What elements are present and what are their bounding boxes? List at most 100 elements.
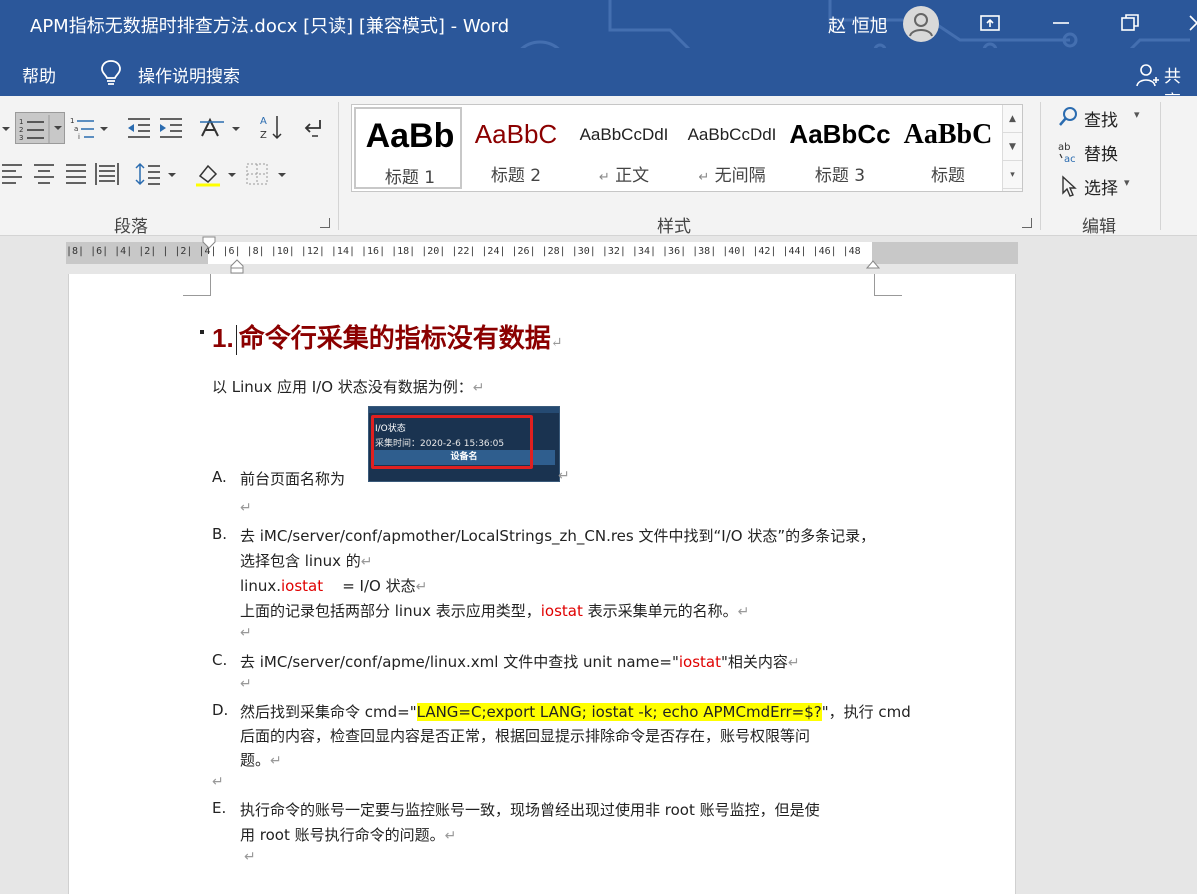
item-b-line-3-pre: linux. <box>240 577 281 595</box>
style-name-row: ↵ 无间隔 <box>678 161 786 186</box>
style-heading-1[interactable]: AaBb 标题 1 <box>354 107 462 189</box>
item-d-line-3[interactable]: 题。↵ <box>240 749 282 770</box>
item-d-line-2[interactable]: 后面的内容，检查回显内容是否正常，根据回显提示排除命令是否存在，账号权限等问 <box>240 725 810 746</box>
iostat-red-text: iostat <box>678 653 721 671</box>
item-e-line-2-text: 用 root 账号执行命令的问题。 <box>240 826 445 844</box>
para-mark: ↵ <box>472 380 485 396</box>
multilevel-list-icon[interactable]: 1 a i <box>68 114 110 142</box>
styles-gallery: AaBb 标题 1 AaBbC 标题 2 AaBbCcDdI ↵ 正文 AaBb… <box>351 104 1023 192</box>
replace-button[interactable]: ab ac 替换 <box>1058 140 1118 169</box>
group-separator <box>1160 102 1161 230</box>
gallery-up-icon[interactable]: ▲ <box>1003 105 1022 133</box>
hanging-indent-marker[interactable] <box>230 258 244 274</box>
restore-icon[interactable] <box>1117 10 1143 36</box>
minimize-icon[interactable] <box>1048 10 1074 36</box>
screenshot-header-stripe <box>369 407 559 413</box>
para-mark: ↵ <box>550 335 563 351</box>
embedded-screenshot[interactable]: I/O状态 采集时间：2020-2-6 15:36:05 设备名 <box>368 406 560 482</box>
style-title[interactable]: AaBbC 标题 <box>894 107 1002 189</box>
svg-text:Z: Z <box>260 130 267 141</box>
list-letter-c: C. <box>212 651 228 669</box>
svg-text:3: 3 <box>19 134 23 142</box>
gallery-down-icon[interactable]: ▼ <box>1003 133 1022 161</box>
title-bar: APM指标无数据时排查方法.docx [只读] [兼容模式] - Word 赵 … <box>0 0 1197 96</box>
find-button[interactable]: 查找 ▾ <box>1058 106 1140 133</box>
select-button[interactable]: 选择 ▾ <box>1058 174 1130 203</box>
styles-dialog-launcher[interactable] <box>1022 218 1032 228</box>
window-title: APM指标无数据时排查方法.docx [只读] [兼容模式] - Word <box>30 16 510 37</box>
style-heading-2[interactable]: AaBbC 标题 2 <box>462 107 570 189</box>
find-dropdown-icon[interactable]: ▾ <box>1134 108 1140 121</box>
align-center-icon[interactable] <box>32 160 56 188</box>
style-preview: AaBbC <box>474 119 558 149</box>
share-person-icon[interactable] <box>1134 62 1160 88</box>
svg-text:ac: ac <box>1064 154 1076 164</box>
item-b-line-4-post: 表示采集单元的名称。 <box>582 602 738 620</box>
para-mark: ↵ <box>270 753 282 769</box>
item-a-text: 前台页面名称为 <box>240 470 346 488</box>
para-mark: ↵ <box>240 676 252 692</box>
item-b-line-2[interactable]: 选择包含 linux 的↵ <box>240 550 373 571</box>
cursor-arrow-icon <box>1062 175 1077 197</box>
heading-keep-with-next-marker <box>200 330 204 334</box>
style-heading-3[interactable]: AaBbCc 标题 3 <box>786 107 894 189</box>
tell-me-search[interactable]: 操作说明搜索 <box>138 62 240 87</box>
decrease-indent-icon[interactable] <box>124 114 154 142</box>
style-normal[interactable]: AaBbCcDdI ↵ 正文 <box>570 107 678 189</box>
item-d-line-1[interactable]: 然后找到采集命令 cmd="LANG=C;export LANG; iostat… <box>240 701 911 722</box>
user-avatar[interactable] <box>903 6 939 42</box>
list-item-a[interactable]: 前台页面名称为 <box>240 468 345 489</box>
line-spacing-icon[interactable] <box>134 160 178 188</box>
align-left-icon[interactable] <box>0 160 24 188</box>
tab-help[interactable]: 帮助 <box>22 62 56 87</box>
bullets-dropdown-icon[interactable] <box>0 114 12 142</box>
sort-icon[interactable]: A Z <box>258 112 284 142</box>
ribbon-display-options-icon[interactable] <box>977 10 1003 36</box>
replace-icon: ab ac <box>1058 142 1076 165</box>
group-separator <box>1040 102 1041 230</box>
item-c-pre: 去 iMC/server/conf/apme/linux.xml 文件中查找 u… <box>240 653 679 671</box>
item-b-line-4[interactable]: 上面的记录包括两部分 linux 表示应用类型，iostat 表示采集单元的名称… <box>240 600 749 621</box>
intro-paragraph[interactable]: 以 Linux 应用 I/O 状态没有数据为例：↵ <box>212 376 485 397</box>
item-b-line-3[interactable]: linux.iostat = I/O 状态↵ <box>240 575 427 596</box>
para-mark: ↵ <box>415 579 428 595</box>
svg-text:A: A <box>260 116 267 127</box>
style-name: 标题 3 <box>814 166 866 186</box>
asian-layout-icon[interactable] <box>198 114 242 142</box>
list-letter-e: E. <box>212 799 227 817</box>
item-e-line-1[interactable]: 执行命令的账号一定要与监控账号一致，现场曾经出现过使用非 root 账号监控，但… <box>240 799 820 820</box>
list-item-c[interactable]: 去 iMC/server/conf/apme/linux.xml 文件中查找 u… <box>240 651 800 672</box>
ruler-area: |8| |6| |4| |2| | |2| |4| |6| |8| |10| |… <box>0 236 1197 274</box>
heading-number: 1. <box>212 323 234 353</box>
svg-text:2: 2 <box>19 126 23 134</box>
item-e-line-2[interactable]: 用 root 账号执行命令的问题。↵ <box>240 824 456 845</box>
style-name: 标题 2 <box>490 166 542 186</box>
margin-corner-mark <box>183 274 211 296</box>
distributed-icon[interactable] <box>94 160 120 188</box>
shading-icon[interactable] <box>194 160 238 188</box>
gallery-more-icon[interactable]: ▾ <box>1003 161 1022 189</box>
borders-icon[interactable] <box>244 160 288 188</box>
first-line-indent-marker[interactable] <box>202 236 216 250</box>
show-paragraph-marks-icon[interactable] <box>298 114 326 142</box>
style-preview: AaBbCcDdI <box>579 125 669 144</box>
lightbulb-icon <box>101 60 121 85</box>
heading-1[interactable]: 1. 命令行采集的指标没有数据↵ <box>200 318 562 355</box>
item-b-line-1[interactable]: 去 iMC/server/conf/apmother/LocalStrings_… <box>240 525 875 546</box>
increase-indent-icon[interactable] <box>156 114 186 142</box>
right-indent-marker[interactable] <box>866 258 880 270</box>
para-mark: ↵ <box>558 468 570 484</box>
text-cursor <box>235 325 237 355</box>
style-name-row: ↵ 正文 <box>570 161 678 186</box>
search-icon <box>1059 107 1077 126</box>
user-name[interactable]: 赵 恒旭 <box>828 12 888 38</box>
style-no-spacing[interactable]: AaBbCcDdI ↵ 无间隔 <box>678 107 786 189</box>
close-icon[interactable] <box>1184 10 1197 36</box>
numbering-button[interactable]: 1 2 3 <box>15 112 65 144</box>
svg-text:1: 1 <box>19 118 23 126</box>
select-dropdown-icon[interactable]: ▾ <box>1124 176 1130 189</box>
para-mark: ↵ <box>244 849 256 865</box>
find-label: 查找 <box>1084 111 1118 131</box>
justify-icon[interactable] <box>64 160 88 188</box>
paragraph-dialog-launcher[interactable] <box>320 218 330 228</box>
